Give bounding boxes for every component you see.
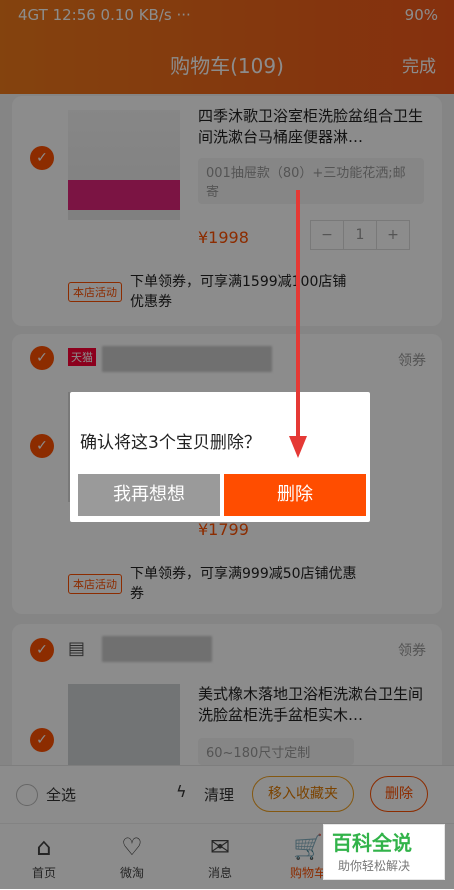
dialog-cancel-button[interactable]: 我再想想 <box>78 474 220 516</box>
watermark-logo: 百科全说 助你轻松解决 <box>323 824 445 880</box>
dialog-delete-button[interactable]: 删除 <box>224 474 366 516</box>
annotation-arrow-head <box>289 436 307 458</box>
delete-confirm-dialog: 确认将这3个宝贝删除？ 我再想想 删除 <box>70 392 370 522</box>
dialog-message: 确认将这3个宝贝删除？ <box>80 433 261 453</box>
annotation-arrow-shaft <box>296 190 300 438</box>
watermark-subtitle: 助你轻松解决 <box>338 859 411 873</box>
watermark-brand: 百科全说 <box>332 831 412 855</box>
